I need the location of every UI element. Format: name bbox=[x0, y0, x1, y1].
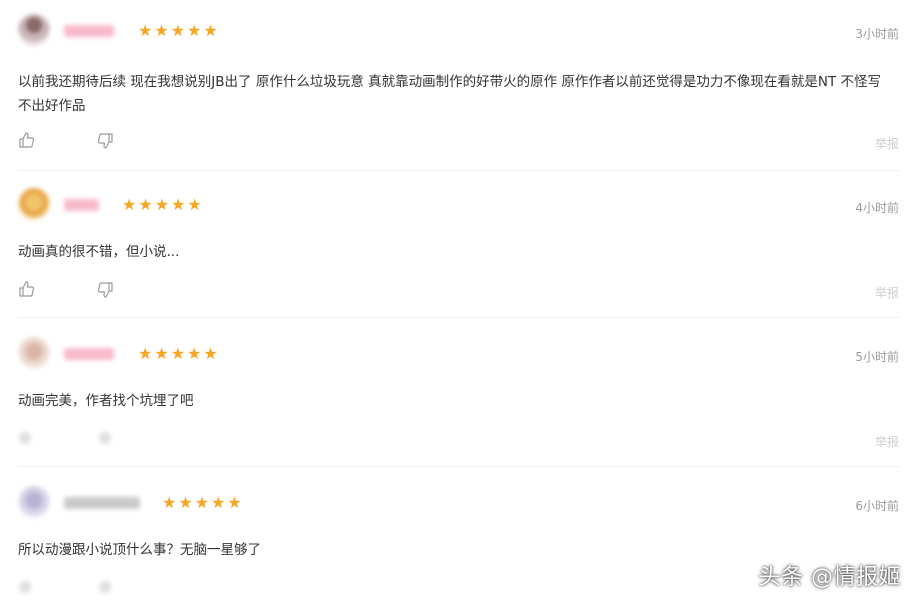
star-icon: ★ bbox=[138, 195, 153, 214]
divider bbox=[18, 170, 899, 171]
star-icon: ★ bbox=[178, 493, 193, 512]
comment-text: 动画真的很不错，但小说... bbox=[18, 244, 180, 260]
report-link[interactable]: 举报 bbox=[875, 284, 899, 301]
rating-stars: ★ ★ ★ ★ ★ bbox=[162, 495, 242, 511]
rating-stars: ★ ★ ★ ★ ★ bbox=[138, 346, 218, 362]
comment-text: 动画完美，作者找个坑埋了吧 bbox=[18, 393, 194, 409]
thumbs-up-icon[interactable] bbox=[18, 131, 36, 149]
thumbs-up-icon[interactable] bbox=[16, 429, 34, 447]
star-icon: ★ bbox=[211, 493, 226, 512]
comment-list: ★ ★ ★ ★ ★ 3小时前 以前我还期待后续 现在我想说别JB出了 原作什么垃… bbox=[0, 0, 917, 605]
watermark-label: 头条 @情报姬 bbox=[758, 565, 901, 590]
star-icon: ★ bbox=[170, 344, 186, 363]
rating-stars: ★ ★ ★ ★ ★ bbox=[122, 197, 202, 213]
thumbs-down-icon[interactable] bbox=[96, 578, 114, 596]
thumbs-down-icon[interactable] bbox=[96, 281, 114, 299]
comment-text: 所以动漫跟小说顶什么事？无脑一星够了 bbox=[18, 542, 261, 558]
star-icon: ★ bbox=[122, 195, 137, 214]
star-icon: ★ bbox=[227, 493, 242, 512]
star-icon: ★ bbox=[138, 344, 153, 363]
username-blurred[interactable] bbox=[64, 199, 99, 211]
star-icon: ★ bbox=[187, 344, 202, 363]
avatar[interactable] bbox=[18, 14, 50, 46]
star-icon: ★ bbox=[154, 195, 170, 214]
star-icon: ★ bbox=[203, 21, 218, 40]
thumbs-down-icon[interactable] bbox=[96, 132, 114, 150]
comment-item: ★ ★ ★ ★ ★ 4小时前 动画真的很不错，但小说... 举报 bbox=[0, 174, 917, 324]
divider bbox=[18, 466, 899, 467]
star-icon: ★ bbox=[203, 344, 218, 363]
star-icon: ★ bbox=[170, 21, 186, 40]
username-blurred[interactable] bbox=[64, 25, 114, 37]
comment-text: 以前我还期待后续 现在我想说别JB出了 原作什么垃圾玩意 真就靠动画制作的好带火… bbox=[18, 74, 882, 114]
comment-time: 3小时前 bbox=[855, 27, 899, 41]
star-icon: ★ bbox=[154, 344, 169, 363]
comment-item: ★ ★ ★ ★ ★ 5小时前 动画完美，作者找个坑埋了吧 举报 bbox=[0, 323, 917, 473]
star-icon: ★ bbox=[154, 21, 169, 40]
avatar[interactable] bbox=[18, 188, 50, 220]
comment-time: 6小时前 bbox=[855, 499, 899, 513]
avatar[interactable] bbox=[18, 486, 50, 518]
comment-item: ★ ★ ★ ★ ★ 3小时前 以前我还期待后续 现在我想说别JB出了 原作什么垃… bbox=[0, 0, 917, 171]
comment-time: 4小时前 bbox=[855, 201, 899, 215]
thumbs-down-icon[interactable] bbox=[96, 429, 114, 447]
comment-time: 5小时前 bbox=[855, 350, 899, 364]
rating-stars: ★ ★ ★ ★ ★ bbox=[138, 23, 218, 39]
report-link[interactable]: 举报 bbox=[875, 135, 899, 152]
star-icon: ★ bbox=[171, 195, 186, 214]
star-icon: ★ bbox=[138, 21, 153, 40]
report-link[interactable]: 举报 bbox=[875, 433, 899, 450]
username-blurred[interactable] bbox=[64, 497, 140, 509]
star-icon: ★ bbox=[194, 493, 210, 512]
star-icon: ★ bbox=[187, 195, 202, 214]
thumbs-up-icon[interactable] bbox=[16, 578, 34, 596]
star-icon: ★ bbox=[162, 493, 177, 512]
star-icon: ★ bbox=[187, 21, 202, 40]
divider bbox=[18, 317, 899, 318]
avatar[interactable] bbox=[18, 337, 50, 369]
username-blurred[interactable] bbox=[64, 348, 114, 360]
thumbs-up-icon[interactable] bbox=[18, 280, 36, 298]
